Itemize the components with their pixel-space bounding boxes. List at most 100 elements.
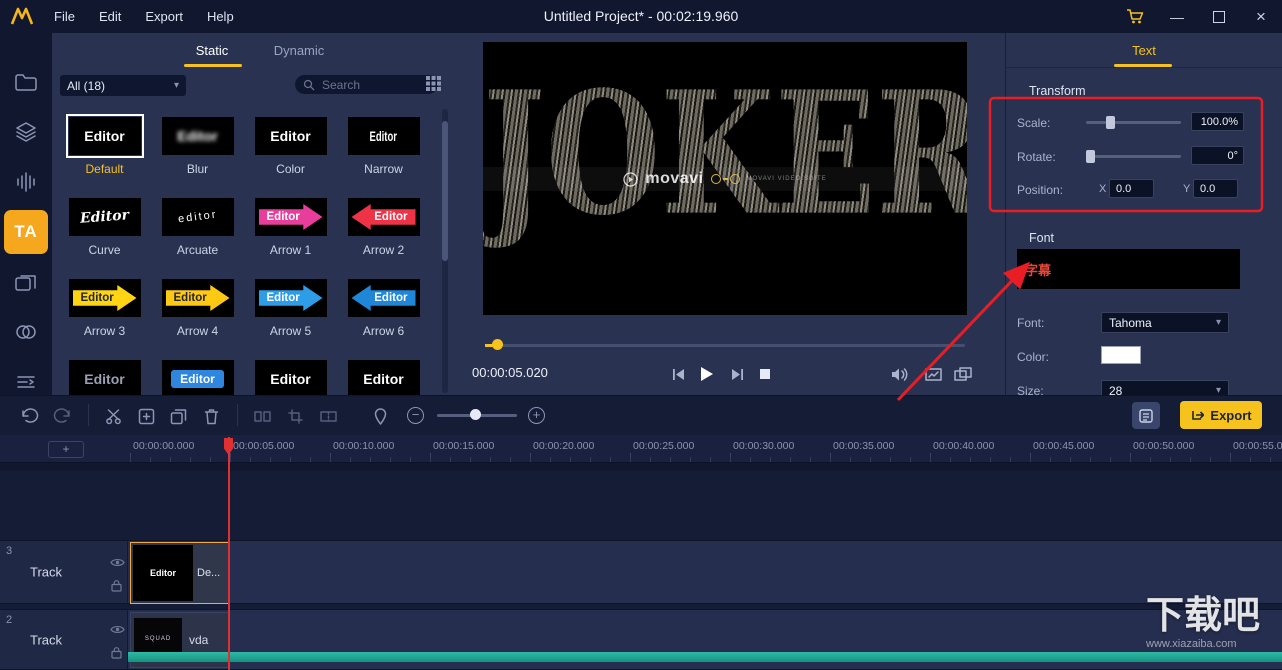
maximize-button[interactable] [1198, 0, 1240, 33]
style-item-arrow4[interactable]: Editor Arrow 4 [151, 279, 244, 360]
style-item-13[interactable]: Editor [58, 360, 151, 395]
transform-heading: Transform [1029, 84, 1086, 98]
sidebar-item-transitions[interactable] [0, 107, 52, 157]
style-item-default[interactable]: Editor Default [58, 117, 151, 198]
ruler-label: 00:00:25.000 [633, 440, 694, 452]
position-label: Position: [1017, 183, 1063, 197]
style-item-curve[interactable]: Editor Curve [58, 198, 151, 279]
aspect-ratio-icon[interactable] [922, 364, 944, 384]
timeline-ruler[interactable]: 00:00:00.00000:00:05.00000:00:10.00000:0… [0, 435, 1282, 463]
chevron-down-icon: ▾ [1216, 317, 1221, 328]
style-item-14[interactable]: Editor [151, 360, 244, 395]
audio-waveform-bar[interactable] [128, 652, 1282, 662]
stop-button[interactable] [754, 364, 776, 384]
style-item-15[interactable]: Editor [244, 360, 337, 395]
duplicate-button[interactable] [166, 404, 190, 428]
style-item-blur[interactable]: Editor Blur [151, 117, 244, 198]
previous-frame-button[interactable] [667, 364, 689, 384]
seek-bar[interactable] [485, 344, 965, 347]
export-icon [1190, 408, 1204, 422]
scrollbar[interactable] [442, 109, 448, 393]
rotate-slider-handle[interactable] [1086, 150, 1095, 163]
sidebar-item-filters[interactable] [0, 307, 52, 357]
cart-icon[interactable] [1114, 0, 1156, 33]
clip-label: De... [197, 567, 220, 579]
sidebar-item-audio[interactable] [0, 157, 52, 207]
size-select[interactable]: 28▾ [1101, 380, 1229, 395]
style-item-arcuate[interactable]: editor Arcuate [151, 198, 244, 279]
x-value-field[interactable]: 0.0 [1109, 179, 1154, 198]
title-clip[interactable]: Editor De... [130, 542, 229, 604]
scrollbar-thumb[interactable] [442, 121, 448, 261]
style-item-narrow[interactable]: Editor Narrow [337, 117, 430, 198]
text-sample-field[interactable]: 字幕 [1017, 249, 1240, 289]
scale-value-field[interactable]: 100.0% [1191, 112, 1244, 131]
category-dropdown[interactable]: All (18)▾ [60, 75, 186, 96]
style-item-arrow3[interactable]: Editor Arrow 3 [58, 279, 151, 360]
font-label: Font: [1017, 316, 1044, 330]
play-button[interactable] [695, 364, 717, 384]
zoom-out-button[interactable]: − [407, 407, 424, 424]
track-name: Track [30, 565, 62, 580]
y-label: Y [1183, 183, 1190, 195]
style-item-arrow2[interactable]: Editor Arrow 2 [337, 198, 430, 279]
crop-button[interactable] [283, 404, 307, 428]
menu-help[interactable]: Help [207, 9, 234, 24]
rotate-slider[interactable] [1086, 155, 1181, 158]
menu-export[interactable]: Export [145, 9, 183, 24]
menu-file[interactable]: File [54, 9, 75, 24]
sidebar-item-media[interactable] [0, 57, 52, 107]
visibility-icon[interactable] [110, 624, 125, 635]
search-box[interactable] [295, 75, 438, 94]
titles-panel: Static Dynamic All (18)▾ Editor Default … [52, 33, 449, 395]
track-number: 2 [6, 614, 12, 626]
search-icon [303, 79, 315, 91]
undo-button[interactable] [18, 404, 42, 428]
clip-properties-button[interactable] [1132, 402, 1160, 429]
video-frame-title: JOKER [483, 42, 967, 282]
track-3-header: 3 Track [0, 541, 128, 603]
grid-view-icon[interactable] [426, 76, 441, 91]
lock-icon[interactable] [110, 646, 123, 659]
playhead[interactable] [228, 437, 230, 670]
visibility-icon[interactable] [110, 557, 125, 568]
add-clip-button[interactable] [134, 404, 158, 428]
volume-icon[interactable] [889, 364, 911, 384]
font-select[interactable]: Tahoma▾ [1101, 312, 1229, 333]
sidebar-item-titles[interactable]: TA [0, 207, 52, 257]
style-item-color[interactable]: Editor Color [244, 117, 337, 198]
split-button[interactable] [250, 404, 274, 428]
scale-slider[interactable] [1086, 121, 1181, 124]
tab-dynamic[interactable]: Dynamic [264, 43, 334, 58]
search-input[interactable] [320, 77, 414, 93]
scale-slider-handle[interactable] [1106, 116, 1115, 129]
detach-audio-button[interactable] [316, 404, 340, 428]
cut-button[interactable] [101, 404, 125, 428]
timeline-zoom-handle[interactable] [470, 409, 481, 420]
tab-text[interactable]: Text [1006, 43, 1282, 58]
export-button[interactable]: Export [1180, 401, 1262, 429]
rotate-value-field[interactable]: 0° [1191, 146, 1244, 165]
tab-static[interactable]: Static [182, 43, 242, 58]
marker-button[interactable] [368, 404, 392, 428]
seek-handle[interactable] [492, 339, 503, 350]
style-item-arrow1[interactable]: Editor Arrow 1 [244, 198, 337, 279]
y-value-field[interactable]: 0.0 [1193, 179, 1238, 198]
preview-panel: JOKER movavi MOVAVI VIDEO SUITE 00:00:05… [449, 33, 1005, 395]
close-button[interactable]: × [1240, 0, 1282, 33]
next-frame-button[interactable] [726, 364, 748, 384]
dual-display-icon[interactable] [952, 364, 974, 384]
minimize-button[interactable]: — [1156, 0, 1198, 33]
menu-edit[interactable]: Edit [99, 9, 121, 24]
add-track-button[interactable]: + [48, 441, 84, 458]
redo-button[interactable] [50, 404, 74, 428]
style-item-arrow5[interactable]: Editor Arrow 5 [244, 279, 337, 360]
color-swatch[interactable] [1101, 346, 1141, 364]
track-name: Track [30, 632, 62, 647]
lock-icon[interactable] [110, 579, 123, 592]
delete-button[interactable] [199, 404, 223, 428]
zoom-in-button[interactable]: + [528, 407, 545, 424]
style-item-16[interactable]: Editor [337, 360, 430, 395]
style-item-arrow6[interactable]: Editor Arrow 6 [337, 279, 430, 360]
sidebar-item-stickers[interactable] [0, 257, 52, 307]
